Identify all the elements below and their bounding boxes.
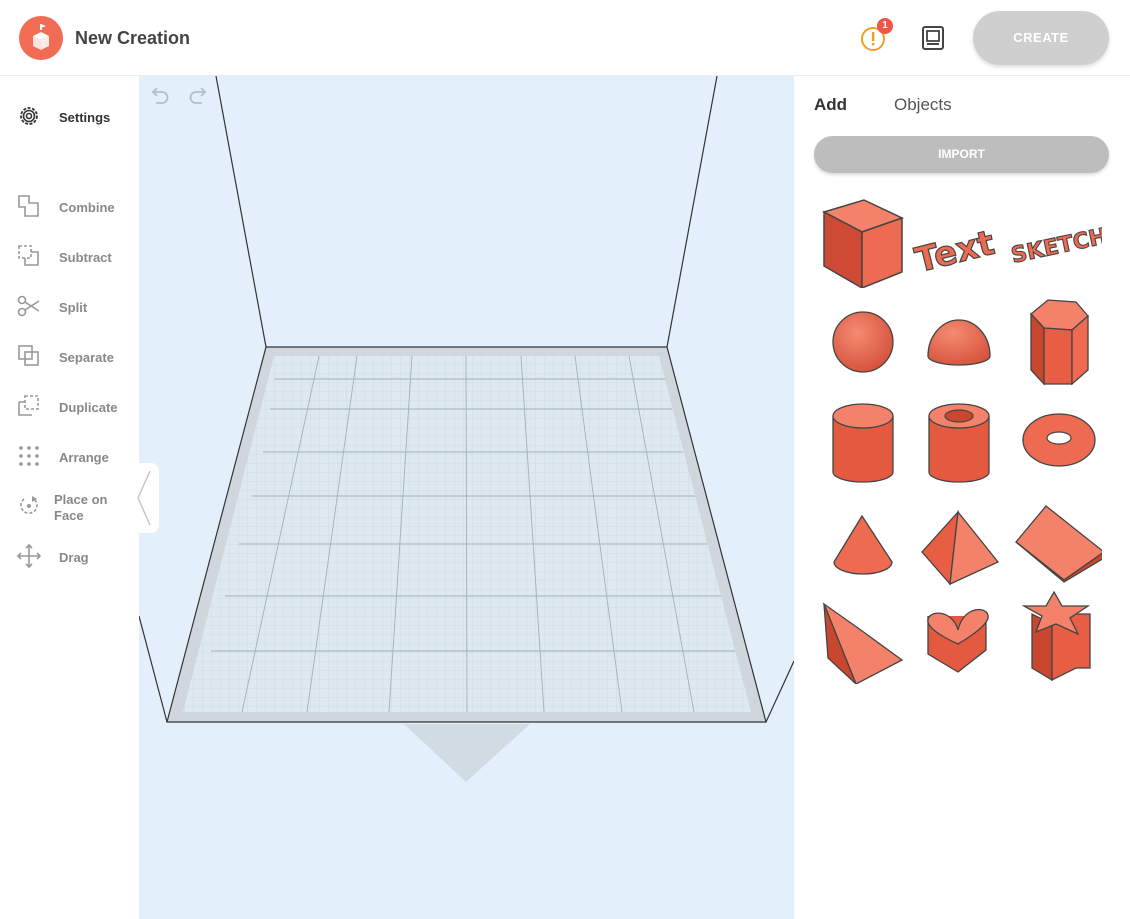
text-shape-label: Text [911,223,998,281]
view-toggle-icon[interactable] [920,25,946,51]
redo-icon[interactable] [188,86,210,108]
drag-tool[interactable]: Drag [0,536,139,576]
duplicate-label: Duplicate [59,400,118,415]
tab-objects[interactable]: Objects [894,95,952,115]
triangular-prism-shape[interactable] [814,588,910,684]
place-on-face-label-line2: Face [54,508,84,523]
scissors-icon [17,295,40,317]
sketch-shape-label: SKETCH [1009,224,1102,269]
drag-label: Drag [59,550,89,565]
top-header: New Creation 1 CREATE [0,0,1130,76]
chevron-left-icon [137,470,151,526]
hemisphere-shape[interactable] [910,294,1006,390]
collapse-sidebar-button[interactable] [136,463,159,533]
gear-icon [20,107,38,125]
place-on-face-icon [20,496,38,514]
settings-label: Settings [59,110,111,125]
combine-icon [18,195,39,217]
settings-tool[interactable]: Settings [0,96,139,136]
combine-tool[interactable]: Combine [0,186,139,226]
creation-title[interactable]: New Creation [75,28,190,49]
text-shape[interactable]: Text [910,192,1006,288]
notification-badge: 1 [877,18,893,34]
3d-viewport[interactable] [139,76,794,919]
cone-shape[interactable] [814,496,910,592]
subtract-label: Subtract [59,250,112,265]
combine-label: Combine [59,200,115,215]
cube-shape[interactable] [814,192,910,288]
duplicate-tool[interactable]: Duplicate [0,386,139,426]
create-button[interactable]: CREATE [973,11,1109,65]
tab-add[interactable]: Add [814,95,847,115]
place-on-face-label: Place on Face [54,492,107,524]
hexagonal-prism-shape[interactable] [1006,294,1102,390]
pyramid-shape[interactable] [910,496,1006,592]
cylinder-shape[interactable] [814,392,910,488]
split-label: Split [59,300,88,315]
sketch-shape[interactable]: SKETCH [1006,192,1102,288]
subtract-tool[interactable]: Subtract [0,236,139,276]
separate-tool[interactable]: Separate [0,336,139,376]
app-logo[interactable] [19,16,63,60]
shapes-panel: Add Objects IMPORT Text SKETCH [794,76,1130,919]
import-button[interactable]: IMPORT [814,136,1109,173]
torus-shape[interactable] [1006,392,1102,488]
star-shape[interactable] [1006,588,1102,684]
separate-label: Separate [59,350,114,365]
drag-icon [16,544,42,568]
undo-icon[interactable] [148,86,170,108]
wedge-shape[interactable] [1006,496,1102,592]
tube-shape[interactable] [910,392,1006,488]
sphere-shape[interactable] [814,294,910,390]
build-plate-scene [139,76,794,782]
duplicate-icon [18,395,39,416]
place-on-face-label-line1: Place on [54,492,108,507]
separate-icon [18,345,39,366]
arrange-label: Arrange [59,450,109,465]
tool-sidebar: Settings Combine Subtract Split Separate [0,76,139,919]
place-on-face-tool[interactable]: Place on Face [0,486,139,526]
arrange-tool[interactable]: Arrange [0,436,139,476]
arrange-icon [19,446,39,466]
subtract-icon [18,245,39,266]
heart-shape[interactable] [910,588,1006,684]
split-tool[interactable]: Split [0,286,139,326]
